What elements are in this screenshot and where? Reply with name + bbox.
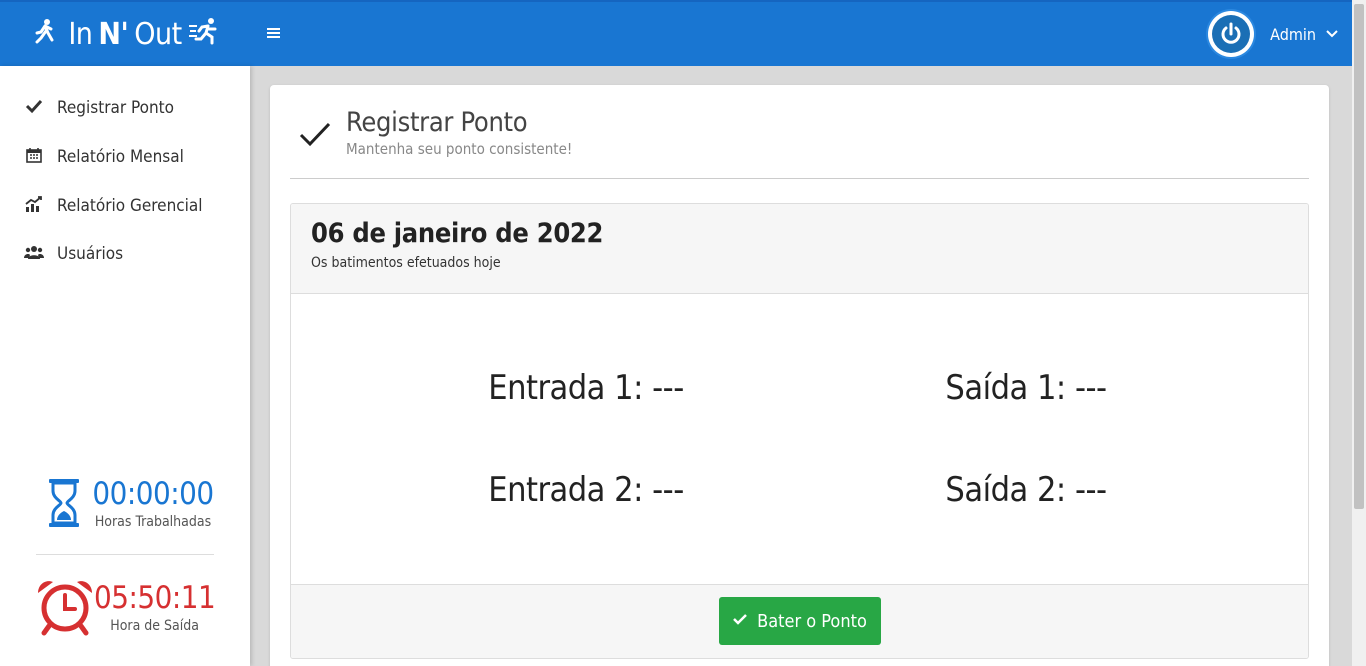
hourglass-icon [36, 478, 92, 528]
logo-text-out: Out [134, 16, 182, 52]
bater-ponto-label: Bater o Ponto [757, 610, 867, 632]
bater-ponto-button[interactable]: Bater o Ponto [719, 597, 881, 645]
sidebar-nav: Registrar Ponto Relatório Mensal Relatór… [0, 66, 250, 269]
panel-footer: Bater o Ponto [291, 584, 1308, 658]
logo-text-in: In [68, 16, 93, 52]
current-date: 06 de janeiro de 2022 [311, 218, 604, 249]
date-subtitle: Os batimentos efetuados hoje [311, 255, 501, 271]
exit-time-widget: 05:50:11 Hora de Saída [36, 578, 216, 636]
timesheet-panel: 06 de janeiro de 2022 Os batimentos efet… [290, 203, 1309, 659]
saida-2: Saída 2: --- [945, 470, 1107, 510]
page-scrollbar[interactable] [1352, 0, 1366, 666]
users-icon [24, 244, 44, 263]
sidebar-item-label: Registrar Ponto [57, 97, 175, 118]
sidebar-item-usuarios[interactable]: Usuários [0, 238, 250, 269]
check-icon [298, 119, 332, 178]
sidebar-item-label: Relatório Gerencial [57, 195, 203, 216]
avatar[interactable] [1208, 11, 1255, 57]
walking-person-icon [32, 18, 58, 50]
check-icon [24, 98, 44, 118]
stat-divider [36, 554, 214, 555]
chart-icon [24, 195, 44, 216]
sidebar-item-relatorio-mensal[interactable]: Relatório Mensal [0, 141, 250, 172]
top-navbar: In N' Out Admin [0, 0, 1352, 66]
running-person-icon [188, 17, 218, 51]
main-card: Registrar Ponto Mantenha seu ponto consi… [270, 85, 1329, 666]
sidebar-item-relatorio-gerencial[interactable]: Relatório Gerencial [0, 190, 250, 221]
calendar-icon [24, 147, 44, 167]
app-logo[interactable]: In N' Out [0, 1, 250, 67]
sidebar-item-registrar-ponto[interactable]: Registrar Ponto [0, 92, 250, 123]
scrollbar-thumb[interactable] [1354, 4, 1364, 509]
alarm-clock-icon [36, 578, 94, 636]
exit-time-value: 05:50:11 [94, 580, 216, 616]
saida-1: Saída 1: --- [945, 368, 1107, 408]
entrada-2: Entrada 2: --- [488, 470, 684, 510]
user-name[interactable]: Admin [1270, 25, 1316, 44]
panel-body: Entrada 1: --- Saída 1: --- Entrada 2: -… [291, 294, 1308, 584]
hours-worked-label: Horas Trabalhadas [94, 514, 212, 530]
chevron-down-icon[interactable] [1326, 27, 1338, 41]
page-header: Registrar Ponto Mantenha seu ponto consi… [290, 107, 1309, 179]
hours-worked-value: 00:00:00 [92, 476, 214, 512]
check-icon [733, 613, 748, 629]
exit-time-label: Hora de Saída [110, 618, 199, 634]
hours-worked-widget: 00:00:00 Horas Trabalhadas [36, 476, 214, 530]
sidebar: Registrar Ponto Relatório Mensal Relatór… [0, 66, 250, 666]
logo-text-n: N' [98, 16, 129, 52]
page-subtitle: Mantenha seu ponto consistente! [346, 140, 573, 158]
page-title: Registrar Ponto [346, 107, 528, 138]
entrada-1: Entrada 1: --- [488, 368, 684, 408]
power-icon [1212, 15, 1251, 53]
sidebar-item-label: Usuários [57, 243, 124, 264]
sidebar-item-label: Relatório Mensal [57, 146, 184, 167]
hamburger-icon[interactable] [266, 25, 282, 43]
user-menu[interactable]: Admin [1208, 11, 1338, 57]
panel-header: 06 de janeiro de 2022 Os batimentos efet… [291, 204, 1308, 294]
